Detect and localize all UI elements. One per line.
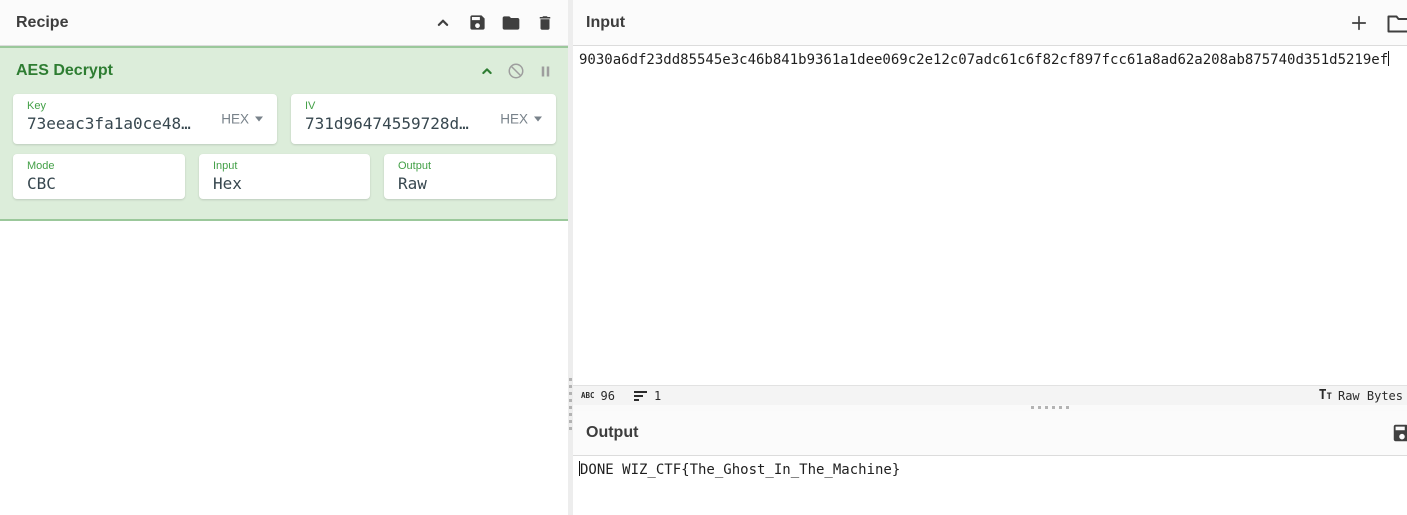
key-field[interactable]: Key 73eeac3fa1a0ce48… HEX [13,94,277,144]
ingredient-row-1: Key 73eeac3fa1a0ce48… HEX IV 731d9647455… [13,94,556,144]
char-count: ABC 96 [581,389,615,403]
input-text: 9030a6df23dd85545e3c46b841b9361a1dee069c… [579,52,1388,68]
recipe-header: Recipe [0,0,568,46]
iv-value[interactable]: 731d96474559728d… [305,113,490,135]
save-output-icon[interactable] [1391,422,1407,444]
collapse-operation-icon[interactable] [478,62,496,80]
output-header: Output [573,411,1407,456]
chevron-down-icon [255,117,263,122]
mode-select[interactable]: Mode CBC [13,154,185,199]
input-header: Input [573,0,1407,46]
output-format-label: Output [398,160,546,173]
iv-field[interactable]: IV 731d96474559728d… HEX [291,94,556,144]
iv-format-label: HEX [500,112,528,127]
line-count-icon [633,389,648,402]
key-format-label: HEX [221,112,249,127]
clear-recipe-trash-icon[interactable] [535,13,555,33]
operation-aes-decrypt[interactable]: AES Decrypt Key 73eeac3fa1a0ce48… [0,46,568,221]
recipe-pane: Recipe AES Decrypt [0,0,568,515]
open-file-folder-icon[interactable] [1387,13,1407,33]
recipe-title: Recipe [0,14,68,32]
output-pane: Output DONE WIZ_CTF{The_Ghost_In_The_Mac… [573,411,1407,515]
chevron-down-icon [534,117,542,122]
char-count-icon: ABC [581,391,595,400]
encoding-selector[interactable]: Tt Raw Bytes [1319,388,1403,403]
key-format-dropdown[interactable]: HEX [221,112,263,127]
breakpoint-pause-icon[interactable] [536,62,554,80]
operation-actions [478,62,568,80]
operation-header: AES Decrypt [0,48,568,94]
encoding-label: Raw Bytes [1338,389,1403,403]
splitter-grip-dots [1031,406,1069,409]
load-recipe-folder-icon[interactable] [501,13,521,33]
key-value[interactable]: 73eeac3fa1a0ce48… [27,113,212,135]
output-header-actions [573,411,1407,455]
input-status-bar: ABC 96 1 Tt Raw Bytes [573,385,1407,405]
input-format-value[interactable]: Hex [213,173,360,195]
add-input-tab-plus-icon[interactable] [1349,13,1369,33]
operation-title: AES Decrypt [0,62,113,80]
recipe-header-actions [433,13,568,33]
encoding-icon: Tt [1319,388,1332,403]
line-count: 1 [633,389,661,403]
ingredient-row-2: Mode CBC Input Hex Output Raw [13,154,556,199]
save-recipe-icon[interactable] [467,13,487,33]
output-format-select[interactable]: Output Raw [384,154,556,199]
mode-label: Mode [27,160,175,173]
input-format-label: Input [213,160,360,173]
cyberchef-app: Recipe AES Decrypt [0,0,1407,515]
chevron-up-icon[interactable] [433,13,453,33]
output-format-value[interactable]: Raw [398,173,546,195]
output-textarea[interactable]: DONE WIZ_CTF{The_Ghost_In_The_Machine} [573,456,1407,515]
text-cursor [1388,51,1389,66]
input-format-select[interactable]: Input Hex [199,154,370,199]
char-count-value: 96 [601,389,615,403]
splitter-grip-dots [569,378,572,430]
output-text: DONE WIZ_CTF{The_Ghost_In_The_Machine} [580,462,900,478]
mode-value[interactable]: CBC [27,173,175,195]
input-pane: Input 9030a6df23dd85545e3c46b841b9361a1d… [573,0,1407,405]
io-panes: Input 9030a6df23dd85545e3c46b841b9361a1d… [573,0,1407,515]
input-header-actions [573,0,1407,45]
input-textarea[interactable]: 9030a6df23dd85545e3c46b841b9361a1dee069c… [573,46,1407,385]
iv-format-dropdown[interactable]: HEX [500,112,542,127]
disable-operation-icon[interactable] [507,62,525,80]
line-count-value: 1 [654,389,661,403]
